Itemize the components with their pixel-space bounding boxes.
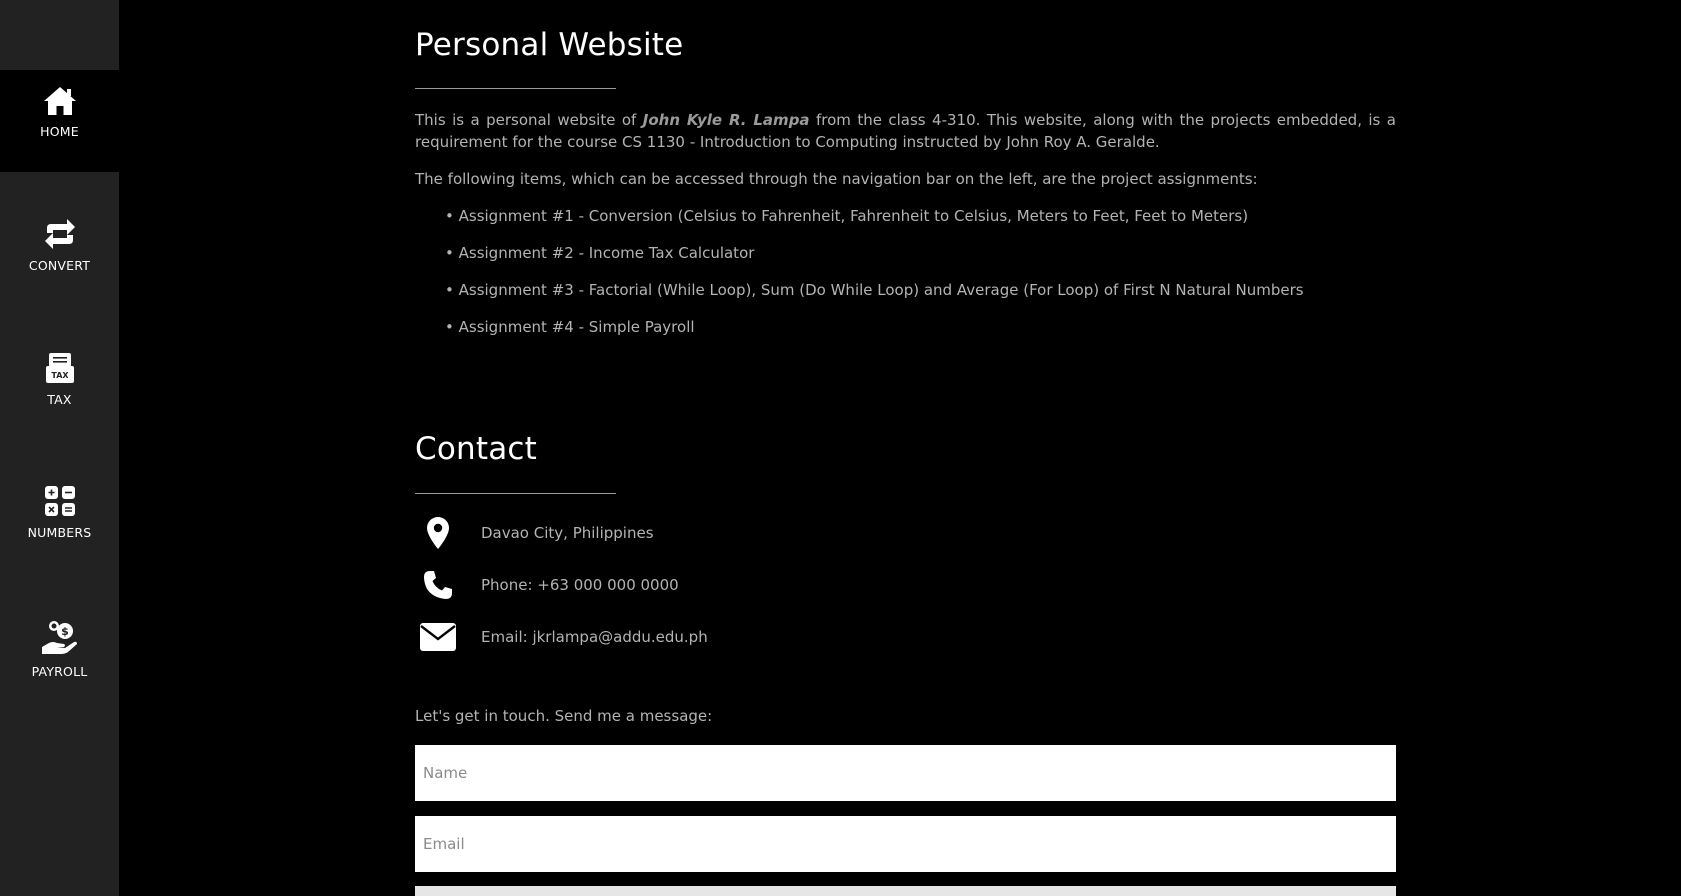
contact-divider [415,493,616,494]
sidebar-item-label: PAYROLL [31,664,88,679]
email-field[interactable] [415,816,1396,872]
phone-icon [415,570,461,600]
sidebar-item-label: HOME [40,124,79,139]
map-marker-icon [415,517,461,549]
convert-icon [43,218,77,250]
email-text: Email: jkrlampa@addu.edu.ph [481,628,708,646]
svg-text:$: $ [61,625,69,638]
sidebar-item-home[interactable]: HOME [0,70,119,172]
list-item: • Assignment #1 - Conversion (Celsius to… [445,207,1249,225]
sidebar-item-label: NUMBERS [27,525,92,540]
message-field[interactable] [415,886,1396,896]
message-intro: Let's get in touch. Send me a message: [415,707,713,725]
page-title: Personal Website [415,27,684,63]
intro-text: This is a personal website of [415,111,643,129]
location-text: Davao City, Philippines [481,524,654,542]
author-name: John Kyle R. Lampa [642,111,810,129]
payroll-icon: $ [41,620,79,656]
sidebar: HOME CONVERT TAX TAX NUMBERS $ PAYROLL [0,0,119,896]
contact-location: Davao City, Philippines [415,516,654,550]
intro-paragraph: This is a personal website of John Kyle … [415,109,1396,153]
list-item: • Assignment #2 - Income Tax Calculator [445,244,755,262]
calculator-icon [44,485,76,517]
sidebar-item-tax[interactable]: TAX TAX [0,352,119,422]
sidebar-item-label: TAX [47,392,72,407]
tax-icon: TAX [45,352,75,384]
contact-phone: Phone: +63 000 000 0000 [415,568,679,602]
sidebar-item-convert[interactable]: CONVERT [0,218,119,288]
assignments-intro: The following items, which can be access… [415,170,1258,188]
sidebar-item-payroll[interactable]: $ PAYROLL [0,620,119,692]
list-item: • Assignment #3 - Factorial (While Loop)… [445,281,1304,299]
envelope-icon [415,623,461,651]
contact-email: Email: jkrlampa@addu.edu.ph [415,620,708,654]
home-icon [43,86,77,116]
sidebar-item-label: CONVERT [28,258,91,273]
svg-text:TAX: TAX [51,371,69,380]
title-divider [415,88,616,89]
sidebar-item-numbers[interactable]: NUMBERS [0,485,119,555]
phone-text: Phone: +63 000 000 0000 [481,576,679,594]
name-field[interactable] [415,745,1396,801]
contact-title: Contact [415,431,538,467]
list-item: • Assignment #4 - Simple Payroll [445,318,695,336]
